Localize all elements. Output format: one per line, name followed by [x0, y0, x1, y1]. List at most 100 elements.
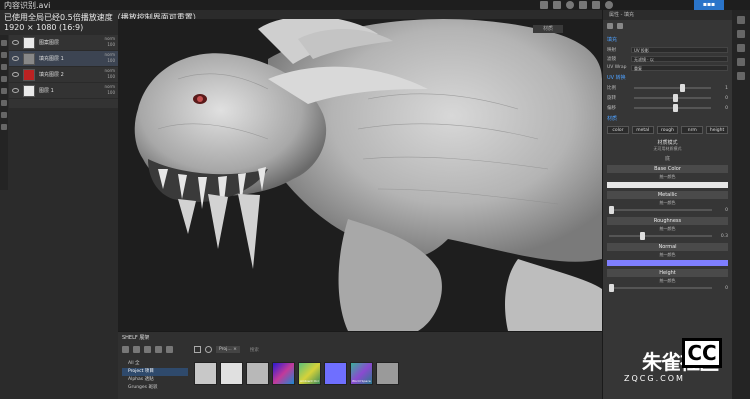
layer-row[interactable]: 填充图层 2 norm 100 — [9, 67, 118, 83]
material-thumbnail[interactable] — [324, 362, 347, 385]
shelf-search-input[interactable]: 搜索 — [250, 347, 259, 353]
projection-tool-icon[interactable] — [1, 64, 7, 70]
properties-header: 属性 - 填充 — [603, 10, 732, 20]
layers-dock-icon[interactable] — [737, 16, 745, 24]
settings-tab-icon[interactable] — [617, 23, 623, 29]
properties-dock-icon[interactable] — [737, 44, 745, 52]
export-icon[interactable] — [166, 346, 173, 353]
picker-tool-icon[interactable] — [1, 112, 7, 118]
filter-dropdown[interactable]: 无滤镜 · 以 — [631, 55, 728, 62]
material-thumbnail[interactable] — [220, 362, 243, 385]
3d-viewport[interactable]: 材质 — [118, 19, 602, 331]
filter-chip[interactable]: Proj... × — [216, 346, 240, 353]
slider-knob[interactable] — [639, 232, 645, 240]
layer-thumbnail — [23, 52, 35, 65]
new-folder-icon[interactable] — [122, 346, 129, 353]
slider-track[interactable] — [609, 232, 712, 240]
layer-row[interactable]: 填充图层 1 norm 100 — [9, 51, 118, 67]
layer-blend-mode[interactable]: norm 100 — [105, 36, 115, 48]
uv-transform-title: UV 转换 — [607, 75, 626, 81]
material-thumbnail[interactable] — [194, 362, 217, 385]
shelf-category-item[interactable]: Grunges 斑驳 — [122, 384, 188, 392]
roughness-value[interactable]: 0.3 — [714, 234, 728, 239]
channel-metal-button[interactable]: metal — [631, 126, 654, 134]
height-value[interactable]: 0 — [714, 286, 728, 291]
slider-knob[interactable] — [609, 284, 614, 292]
watermark-badge: CC — [682, 338, 722, 368]
slider-knob[interactable] — [672, 94, 678, 102]
polygon-fill-icon[interactable] — [1, 76, 7, 82]
clone-tool-icon[interactable] — [1, 100, 7, 106]
layer-row[interactable]: 图层 1 norm 100 — [9, 83, 118, 99]
grid-icon[interactable] — [579, 1, 587, 9]
channel-rough-button[interactable]: rough — [656, 126, 679, 134]
grid-view-icon[interactable] — [144, 346, 151, 353]
metallic-slider: 0 — [603, 206, 732, 214]
slider-track[interactable] — [634, 94, 711, 102]
layer-blend-mode[interactable]: norm 100 — [105, 68, 115, 80]
height-title: Height — [607, 269, 728, 277]
layer-blend-mode[interactable]: norm 100 — [105, 52, 115, 64]
layer-thumbnail — [23, 68, 35, 81]
shelf-category-item[interactable]: All 全 — [122, 360, 188, 368]
thumb-caption: World Space — [352, 379, 371, 383]
eraser-tool-icon[interactable] — [1, 52, 7, 58]
material-thumbnail[interactable] — [246, 362, 269, 385]
record-icon[interactable] — [566, 1, 574, 9]
render-icon[interactable] — [605, 1, 613, 9]
base-color-title: Base Color — [607, 165, 728, 173]
shelf-category-item[interactable]: Alphas 透贴 — [122, 376, 188, 384]
channel-height-button[interactable]: height — [706, 126, 728, 134]
slider-knob[interactable] — [680, 84, 686, 92]
normal-swatch[interactable] — [607, 260, 728, 266]
shelf-category-item[interactable]: Project 项目 — [122, 368, 188, 376]
slider-knob[interactable] — [609, 206, 614, 214]
channel-nrm-button[interactable]: nrm — [681, 126, 704, 134]
visibility-eye-icon[interactable] — [12, 40, 19, 45]
visibility-eye-icon[interactable] — [12, 56, 19, 61]
projection-dropdown[interactable]: UV 投影 — [631, 46, 728, 53]
roughness-title: Roughness — [607, 217, 728, 225]
slider-track[interactable] — [609, 284, 712, 292]
slider-track[interactable] — [634, 84, 711, 92]
list-view-icon[interactable] — [155, 346, 162, 353]
uv-wrap-dropdown[interactable]: 重复 — [631, 64, 728, 71]
history-dock-icon[interactable] — [737, 72, 745, 80]
fill-tab-icon[interactable] — [607, 23, 613, 29]
material-thumbnail[interactable] — [376, 362, 399, 385]
slider-value[interactable]: 1 — [714, 86, 728, 91]
eye-icon[interactable] — [592, 1, 600, 9]
display-dock-icon[interactable] — [737, 58, 745, 66]
layer-row[interactable]: 图案图层 norm 100 — [9, 35, 118, 51]
filter-icon[interactable] — [194, 346, 201, 353]
viewport-tab[interactable]: 材质 — [533, 25, 563, 33]
shelf-panel: SHELF 展架 All 全 Project 项目 Alphas 透贴 Grun… — [118, 331, 602, 399]
slider-track[interactable] — [609, 206, 712, 214]
watermark-url: ZQCG.COM — [624, 374, 685, 383]
material-thumbnail[interactable]: World Space — [350, 362, 373, 385]
base-color-swatch[interactable] — [607, 182, 728, 188]
projection-row: 映射 UV 投影 — [603, 45, 732, 54]
paint-tool-icon[interactable] — [1, 40, 7, 46]
smudge-tool-icon[interactable] — [1, 88, 7, 94]
visibility-eye-icon[interactable] — [12, 72, 19, 77]
settings-tool-icon[interactable] — [1, 124, 7, 130]
normal-sub: 统一颜色 — [659, 252, 676, 257]
sphere-icon[interactable] — [553, 1, 561, 9]
material-thumbnail[interactable] — [272, 362, 295, 385]
channel-color-button[interactable]: color — [607, 126, 629, 134]
slider-knob[interactable] — [672, 104, 678, 112]
layer-blend-mode[interactable]: norm 100 — [105, 84, 115, 96]
import-icon[interactable] — [133, 346, 140, 353]
visibility-eye-icon[interactable] — [12, 88, 19, 93]
clear-filter-icon[interactable] — [205, 346, 212, 353]
camera-icon[interactable] — [540, 1, 548, 9]
slider-value[interactable]: 0 — [714, 106, 728, 111]
texture-set-dock-icon[interactable] — [737, 30, 745, 38]
metallic-value[interactable]: 0 — [714, 208, 728, 213]
slider-track[interactable] — [634, 104, 711, 112]
material-thumbnail[interactable]: Ambient Occ — [298, 362, 321, 385]
filter-row: 滤镜 无滤镜 · 以 — [603, 54, 732, 63]
slider-value[interactable]: 0 — [714, 96, 728, 101]
metallic-title: Metallic — [607, 191, 728, 199]
